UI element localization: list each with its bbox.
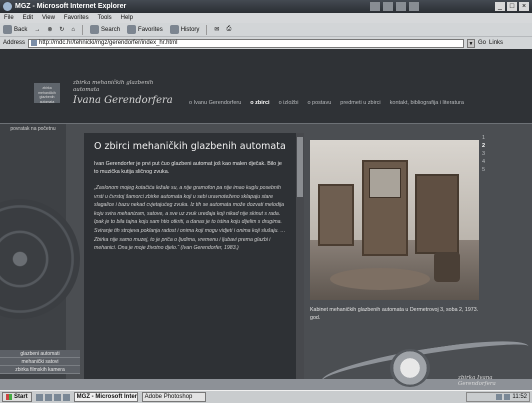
pager-item[interactable]: 4 <box>482 159 485 165</box>
start-button[interactable]: Start <box>2 392 32 402</box>
back-to-home-link[interactable]: povratak na početnu <box>0 125 66 134</box>
quick-icon <box>396 2 406 11</box>
quick-launch <box>35 393 70 401</box>
bottom-link-music-automata[interactable]: glazbeni automati <box>0 350 80 358</box>
maximize-button[interactable]: □ <box>507 2 517 11</box>
nav-item-about-collection[interactable]: o zbirci <box>250 100 269 106</box>
clock: 11:52 <box>512 394 527 400</box>
taskbar-item-photoshop[interactable]: Adobe Photoshop <box>141 392 206 402</box>
photo-chair <box>434 252 460 282</box>
main-nav: o Ivanu Gerendorferu o zbirci o izložbi … <box>189 100 464 106</box>
back-button[interactable]: Back <box>3 25 27 34</box>
article-heading: O zbirci mehaničkih glazbenih automata <box>94 141 286 152</box>
toolbar-divider <box>206 24 208 35</box>
bottom-links: glazbeni automati mehanički satovi zbirk… <box>0 350 80 374</box>
mail-icon[interactable] <box>53 393 61 401</box>
bottom-link-film-cameras[interactable]: zbirka filmskih kamera <box>0 366 80 374</box>
quick-icon <box>370 2 380 11</box>
pager-item[interactable]: 1 <box>482 135 485 141</box>
article-scrollbar[interactable] <box>296 133 304 379</box>
article-panel: O zbirci mehaničkih glazbenih automata I… <box>84 133 296 379</box>
minimize-button[interactable]: _ <box>495 2 505 11</box>
quick-icon <box>409 2 419 11</box>
pager-item-active[interactable]: 2 <box>482 143 485 149</box>
header-divider <box>0 123 532 124</box>
site-subtitle: zbirka mehaničkih glazbenih automata <box>73 80 154 93</box>
mail-button[interactable]: ✉ <box>214 26 219 33</box>
nav-item-contact[interactable]: kontakt, bibliografija i literatura <box>390 100 464 106</box>
nav-item-display[interactable]: o postavu <box>307 100 331 106</box>
address-url: http://mdc.hr/tehnicki/mgz/gerendorfer/i… <box>39 40 178 46</box>
nav-item-about-ivan[interactable]: o Ivanu Gerendorferu <box>189 100 241 106</box>
toolbar: Back → ⊗ ↻ ⌂ Search Favorites History ✉ … <box>0 23 532 37</box>
home-button[interactable]: ⌂ <box>71 27 75 33</box>
taskbar-item-ie[interactable]: MGZ - Microsoft Intern... <box>73 392 138 402</box>
menu-bar: File Edit View Favorites Tools Help <box>0 13 532 23</box>
photo-cabinet <box>318 184 354 246</box>
page-pager: 1 2 3 4 5 <box>482 135 485 173</box>
history-button[interactable]: History <box>169 25 199 34</box>
search-icon <box>90 25 100 34</box>
nav-item-exhibition[interactable]: o izložbi <box>279 100 299 106</box>
site-title: Ivana Gerendorfera <box>73 95 173 106</box>
back-arrow-icon <box>3 25 12 34</box>
taskbar: Start MGZ - Microsoft Intern... Adobe Ph… <box>0 390 532 403</box>
stop-button[interactable]: ⊗ <box>47 26 52 33</box>
windows-flag-icon <box>6 394 12 400</box>
site-header: zbirka mehaničkih glazbenih automata zbi… <box>0 49 532 124</box>
pager-item[interactable]: 3 <box>482 151 485 157</box>
desktop-icon[interactable] <box>35 393 43 401</box>
article-intro: Ivan Gerendorfer je prvi put čuo glazben… <box>94 161 282 175</box>
quick-icon <box>383 2 393 11</box>
photo-orchestrion <box>362 160 408 256</box>
photo-caption: Kabinet mehaničkih glazbenih automata u … <box>310 307 479 321</box>
address-input[interactable]: http://mdc.hr/tehnicki/mgz/gerendorfer/i… <box>28 38 465 48</box>
tray-icon[interactable] <box>504 394 511 400</box>
history-icon <box>169 25 179 34</box>
title-bar-tray <box>370 2 419 11</box>
go-button[interactable]: Go <box>478 40 486 46</box>
page-credit: zbirka Ivana Gerendorfera <box>458 375 496 387</box>
site-logo[interactable]: zbirka mehaničkih glazbenih automata <box>34 83 60 104</box>
lens-decoration <box>390 349 430 387</box>
menu-edit[interactable]: Edit <box>23 15 33 21</box>
media-icon[interactable] <box>62 393 70 401</box>
web-page: zbirka mehaničkih glazbenih automata zbi… <box>0 49 532 390</box>
article-quote: „Zaslonom mojeg kotačića ležale su, a ni… <box>94 185 286 252</box>
scrollbar-thumb[interactable] <box>297 137 303 197</box>
menu-file[interactable]: File <box>4 15 14 21</box>
ie-logo-icon <box>3 2 12 11</box>
nav-item-objects[interactable]: predmeti u zbirci <box>340 100 380 106</box>
menu-tools[interactable]: Tools <box>98 15 112 21</box>
menu-view[interactable]: View <box>42 15 55 21</box>
chevron-down-icon[interactable]: ▼ <box>467 38 476 48</box>
forward-button[interactable]: → <box>34 27 40 33</box>
music-disc-decoration <box>0 199 80 319</box>
print-button[interactable]: ⎙ <box>226 26 231 33</box>
window-title: MGZ - Microsoft Internet Explorer <box>15 3 127 10</box>
close-button[interactable]: × <box>519 2 529 11</box>
refresh-button[interactable]: ↻ <box>59 26 64 33</box>
tray-icon[interactable] <box>496 394 503 400</box>
menu-help[interactable]: Help <box>121 15 133 21</box>
menu-favorites[interactable]: Favorites <box>64 15 89 21</box>
browser-icon[interactable] <box>44 393 52 401</box>
search-button[interactable]: Search <box>90 25 120 34</box>
links-button[interactable]: Links <box>489 40 503 46</box>
pager-item[interactable]: 5 <box>482 167 485 173</box>
title-bar: MGZ - Microsoft Internet Explorer _ □ × <box>0 0 532 13</box>
photo-rug <box>330 268 430 290</box>
favorites-button[interactable]: Favorites <box>127 25 163 34</box>
page-icon <box>31 40 38 46</box>
photo-glass-pane <box>369 168 401 198</box>
toolbar-divider <box>82 24 84 35</box>
favorites-icon <box>127 25 137 34</box>
address-bar: Address http://mdc.hr/tehnicki/mgz/geren… <box>0 37 532 49</box>
system-tray: 11:52 <box>466 392 530 402</box>
cabinet-photo <box>310 140 479 300</box>
bottom-link-clocks[interactable]: mehanički satovi <box>0 358 80 366</box>
address-label: Address <box>3 40 26 46</box>
photo-cabinet <box>415 174 459 254</box>
bottom-band <box>0 379 532 390</box>
